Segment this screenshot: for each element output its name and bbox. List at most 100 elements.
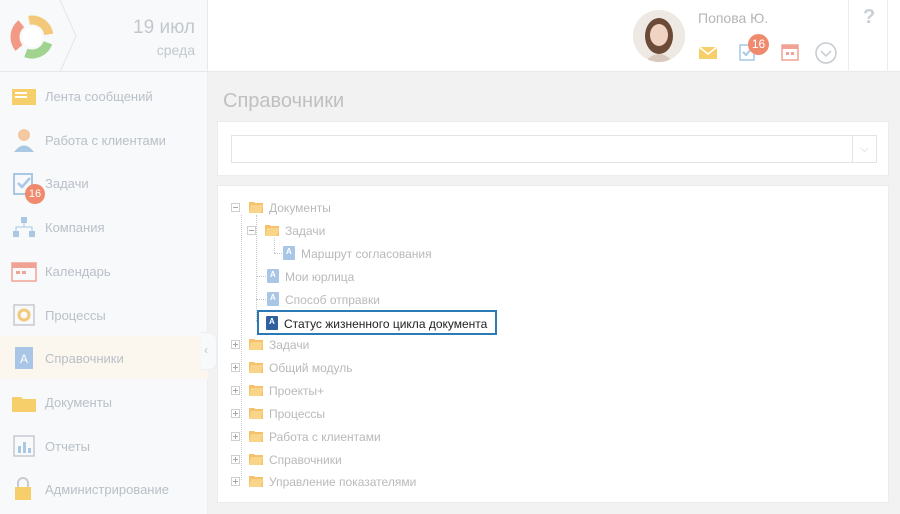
calendar-header-icon[interactable] bbox=[779, 42, 801, 62]
help-icon: ? bbox=[863, 6, 876, 28]
mail-icon[interactable] bbox=[697, 42, 719, 62]
sidebar-item-label: Документы bbox=[45, 395, 113, 410]
sidebar-item-label: Работа с клиентами bbox=[45, 133, 166, 148]
user-name[interactable]: Попова Ю. bbox=[698, 10, 768, 26]
separator-chevron bbox=[59, 0, 77, 72]
tree-node-documents[interactable]: Документы bbox=[231, 199, 431, 217]
calendar-icon bbox=[11, 262, 37, 282]
tree-node-tasks-sub[interactable]: Задачи bbox=[247, 222, 447, 240]
tree-node-label: Справочники bbox=[269, 453, 342, 467]
folder-icon bbox=[249, 454, 263, 465]
folder-icon bbox=[249, 408, 263, 419]
tree-node-label: Статус жизненного цикла документа bbox=[284, 317, 488, 331]
directories-icon: A bbox=[15, 347, 33, 369]
tree-node-common-module[interactable]: Общий модуль bbox=[231, 359, 431, 377]
expand-toggle[interactable] bbox=[231, 477, 240, 486]
tree-node-delivery-method[interactable]: Способ отправки bbox=[267, 291, 467, 309]
date-weekday: среда bbox=[156, 42, 195, 58]
tree-node-tasks[interactable]: Задачи bbox=[231, 336, 431, 354]
tasks-badge: 16 bbox=[748, 34, 769, 55]
filter-card: ⌵ bbox=[217, 121, 889, 176]
tree-node-label: Процессы bbox=[269, 407, 326, 421]
tree-node-projects[interactable]: Проекты+ bbox=[231, 382, 431, 400]
sidebar-item-label: Администрирование bbox=[45, 482, 169, 497]
date-day: 19 июл bbox=[133, 17, 195, 38]
sidebar-item-reports[interactable]: Отчеты bbox=[0, 424, 208, 467]
tree-node-label: Мои юрлица bbox=[285, 270, 355, 284]
tasks-count-badge: 16 bbox=[25, 184, 45, 204]
directory-doc-icon bbox=[267, 269, 279, 283]
avatar-icon bbox=[633, 10, 685, 62]
chevron-left-icon: ‹ bbox=[204, 343, 208, 357]
sidebar-item-documents[interactable]: Документы bbox=[0, 380, 208, 423]
tree-connector bbox=[274, 253, 282, 254]
tree-node-label: Управление показателями bbox=[269, 475, 417, 489]
tree-node-directories[interactable]: Справочники bbox=[231, 451, 431, 469]
sidebar-item-label: Компания bbox=[45, 220, 105, 235]
sidebar-item-admin[interactable]: Администрирование bbox=[0, 467, 208, 510]
expand-toggle[interactable] bbox=[231, 363, 240, 372]
chevron-down-circle-icon[interactable] bbox=[814, 41, 838, 65]
expand-toggle[interactable] bbox=[231, 455, 240, 464]
sidebar-item-feed[interactable]: Лента сообщений bbox=[0, 74, 208, 117]
tree-node-legal-entities[interactable]: Мои юрлица bbox=[267, 268, 467, 286]
tree-node-processes[interactable]: Процессы bbox=[231, 405, 431, 423]
tree-node-lifecycle-status[interactable]: Статус жизненного цикла документа bbox=[257, 310, 497, 335]
sidebar-item-directories[interactable]: A Справочники bbox=[0, 336, 208, 379]
sidebar-item-label: Отчеты bbox=[45, 439, 90, 454]
logo-date-block: 19 июл среда bbox=[0, 0, 208, 72]
chevron-down-icon[interactable]: ⌵ bbox=[852, 136, 876, 162]
folder-icon bbox=[249, 476, 263, 487]
sidebar-item-label: Задачи bbox=[45, 176, 89, 191]
app-logo-icon[interactable] bbox=[8, 13, 56, 61]
tree-node-kpi[interactable]: Управление показателями bbox=[231, 473, 451, 491]
collapse-toggle[interactable] bbox=[247, 226, 256, 235]
tree-node-clients[interactable]: Работа с клиентами bbox=[231, 428, 431, 446]
processes-icon bbox=[13, 304, 35, 326]
directory-doc-icon bbox=[283, 246, 295, 260]
sidebar-collapse-toggle[interactable]: ‹ bbox=[201, 332, 217, 370]
collapse-toggle[interactable] bbox=[231, 203, 240, 212]
tree-node-label: Работа с клиентами bbox=[269, 430, 381, 444]
sidebar-item-label: Справочники bbox=[45, 351, 124, 366]
sidebar-item-label: Процессы bbox=[45, 308, 106, 323]
reports-icon bbox=[13, 435, 35, 457]
sidebar-item-company[interactable]: Компания bbox=[0, 205, 208, 248]
tree-node-approval-route[interactable]: Маршрут согласования bbox=[283, 245, 483, 263]
tree-node-label: Общий модуль bbox=[269, 361, 353, 375]
folder-icon bbox=[265, 225, 279, 236]
svg-text:A: A bbox=[20, 352, 28, 366]
expand-toggle[interactable] bbox=[231, 409, 240, 418]
company-icon bbox=[13, 217, 35, 237]
folder-icon bbox=[249, 385, 263, 396]
filter-select[interactable]: ⌵ bbox=[231, 135, 877, 163]
help-button[interactable]: ? bbox=[848, 0, 888, 72]
page-title: Справочники bbox=[223, 90, 345, 112]
documents-icon bbox=[12, 397, 36, 412]
folder-icon bbox=[249, 339, 263, 350]
expand-toggle[interactable] bbox=[231, 432, 240, 441]
expand-toggle[interactable] bbox=[231, 340, 240, 349]
folder-icon bbox=[249, 431, 263, 442]
sidebar-item-label: Календарь bbox=[45, 264, 111, 279]
sidebar-item-processes[interactable]: Процессы bbox=[0, 293, 208, 336]
tree-node-label: Проекты+ bbox=[269, 384, 325, 398]
expand-toggle[interactable] bbox=[231, 386, 240, 395]
sidebar-item-clients[interactable]: Работа с клиентами bbox=[0, 118, 208, 161]
tree-node-label: Документы bbox=[269, 201, 331, 215]
sidebar: Лента сообщений Работа с клиентами Задач… bbox=[0, 72, 208, 514]
sidebar-item-tasks[interactable]: Задачи 16 bbox=[0, 161, 208, 204]
clients-icon bbox=[14, 129, 34, 152]
tree-connector bbox=[274, 238, 275, 253]
feed-icon bbox=[12, 89, 36, 105]
tree-node-label: Способ отправки bbox=[285, 293, 380, 307]
folder-icon bbox=[249, 202, 263, 213]
sidebar-item-calendar[interactable]: Календарь bbox=[0, 249, 208, 292]
tree-connector bbox=[256, 276, 266, 277]
tree-node-label: Маршрут согласования bbox=[301, 247, 432, 261]
directory-doc-icon bbox=[266, 316, 278, 330]
admin-icon bbox=[15, 477, 31, 500]
sidebar-item-label: Лента сообщений bbox=[45, 89, 153, 104]
user-avatar[interactable] bbox=[633, 10, 685, 62]
tree-node-label: Задачи bbox=[285, 224, 326, 238]
